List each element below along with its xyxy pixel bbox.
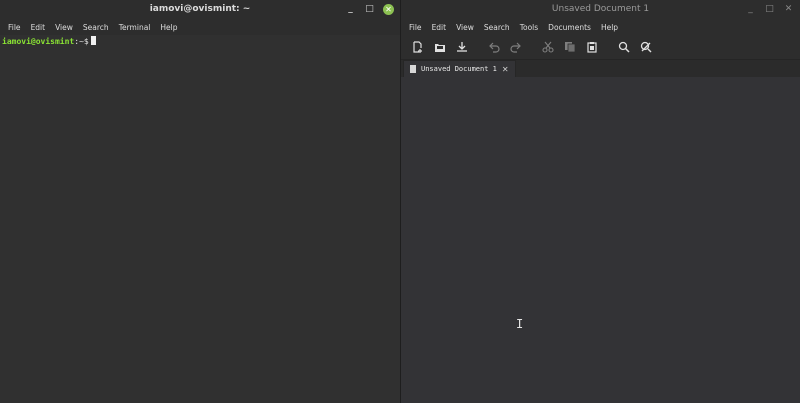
open-button[interactable] — [429, 37, 451, 57]
editor-window[interactable]: Unsaved Document 1 _ □ ✕ File Edit View … — [400, 0, 800, 403]
editor-toolbar — [401, 35, 800, 60]
menu-view[interactable]: View — [51, 23, 77, 32]
copy-button[interactable] — [559, 37, 581, 57]
tab-label: Unsaved Document 1 — [421, 65, 497, 73]
menu-help[interactable]: Help — [156, 23, 181, 32]
menu-documents[interactable]: Documents — [544, 23, 595, 32]
undo-icon — [489, 42, 500, 53]
redo-icon — [510, 42, 521, 53]
new-document-icon — [413, 41, 422, 53]
maximize-button[interactable]: □ — [364, 4, 375, 15]
tab-close-icon[interactable]: ✕ — [502, 65, 509, 74]
text-editor-area[interactable]: I — [401, 77, 800, 403]
menu-file[interactable]: File — [405, 23, 426, 32]
document-tabbar: Unsaved Document 1 ✕ — [401, 60, 800, 78]
menu-file[interactable]: File — [4, 23, 25, 32]
menu-search[interactable]: Search — [79, 23, 113, 32]
terminal-window-controls: _ □ ✕ — [345, 0, 394, 19]
replace-icon — [640, 41, 652, 53]
cut-icon — [542, 41, 554, 53]
editor-menubar: File Edit View Search Tools Documents He… — [401, 19, 800, 35]
prompt-path: :~$ — [74, 37, 89, 46]
new-document-button[interactable] — [407, 37, 429, 57]
undo-button[interactable] — [483, 37, 505, 57]
terminal-window[interactable]: iamovi@ovismint: ~ _ □ ✕ File Edit View … — [0, 0, 400, 403]
editor-title: Unsaved Document 1 — [551, 4, 650, 14]
tab-unsaved-document-1[interactable]: Unsaved Document 1 ✕ — [403, 60, 516, 77]
terminal-cursor — [90, 36, 96, 45]
menu-search[interactable]: Search — [480, 23, 514, 32]
menu-tools[interactable]: Tools — [516, 23, 542, 32]
terminal-output[interactable]: iamovi@ovismint:~$ — [0, 35, 400, 403]
minimize-button[interactable]: _ — [745, 4, 756, 15]
menu-terminal[interactable]: Terminal — [115, 23, 155, 32]
search-button[interactable] — [613, 37, 635, 57]
replace-button[interactable] — [635, 37, 657, 57]
save-icon — [457, 42, 467, 52]
open-icon — [435, 44, 445, 52]
menu-edit[interactable]: Edit — [27, 23, 50, 32]
menu-view[interactable]: View — [452, 23, 478, 32]
paste-button[interactable] — [581, 37, 603, 57]
maximize-button[interactable]: □ — [764, 4, 775, 15]
paste-icon — [587, 42, 597, 53]
terminal-menubar: File Edit View Search Terminal Help — [0, 19, 400, 35]
terminal-title: iamovi@ovismint: ~ — [149, 4, 251, 14]
menu-edit[interactable]: Edit — [428, 23, 451, 32]
redo-button[interactable] — [505, 37, 527, 57]
prompt-user: iamovi@ovismint — [2, 37, 75, 46]
ibeam-cursor-icon: I — [516, 317, 524, 331]
close-button[interactable]: ✕ — [383, 4, 394, 15]
copy-icon — [565, 42, 576, 53]
document-icon — [410, 65, 416, 73]
save-button[interactable] — [451, 37, 473, 57]
editor-titlebar[interactable]: Unsaved Document 1 _ □ ✕ — [401, 0, 800, 19]
search-icon — [618, 41, 630, 53]
terminal-titlebar[interactable]: iamovi@ovismint: ~ _ □ ✕ — [0, 0, 400, 19]
cut-button[interactable] — [537, 37, 559, 57]
close-button[interactable]: ✕ — [783, 4, 794, 15]
editor-window-controls: _ □ ✕ — [745, 0, 794, 19]
minimize-button[interactable]: _ — [345, 4, 356, 15]
menu-help[interactable]: Help — [597, 23, 622, 32]
